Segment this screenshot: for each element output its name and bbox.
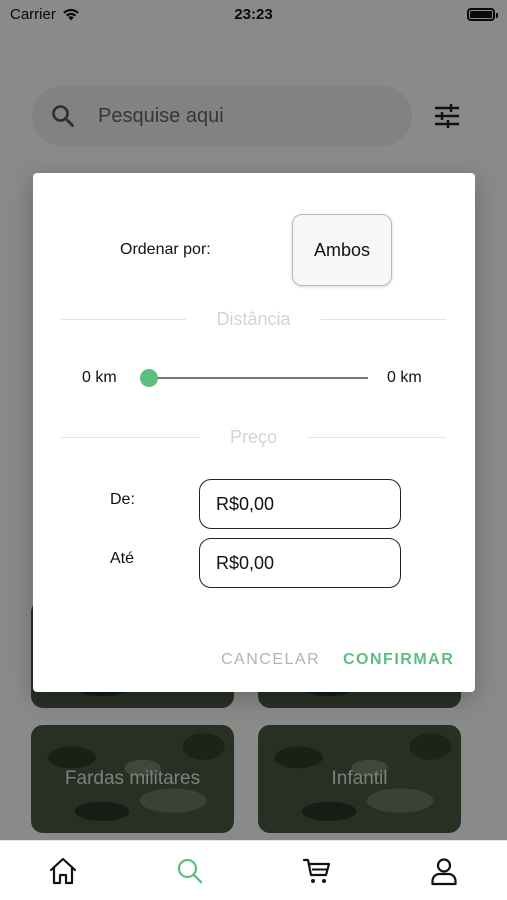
user-icon [431, 857, 457, 885]
divider-line [61, 318, 187, 320]
distance-slider-thumb[interactable] [140, 369, 158, 387]
bottom-nav [0, 840, 507, 900]
filter-dialog: Ordenar por: Ambos Distância 0 km 0 km P… [33, 173, 475, 692]
nav-profile[interactable] [424, 851, 464, 891]
search-icon [178, 858, 203, 883]
confirm-button[interactable]: CONFIRMAR [343, 651, 454, 669]
distance-section-header: Distância [61, 309, 446, 329]
cart-icon [302, 858, 330, 883]
distance-min-label: 0 km [82, 369, 117, 386]
divider-line [320, 318, 446, 320]
price-title: Preço [229, 426, 278, 447]
price-from-input[interactable] [199, 479, 401, 529]
cancel-button[interactable]: CANCELAR [221, 651, 320, 669]
distance-title: Distância [216, 308, 291, 329]
distance-slider-track[interactable] [149, 377, 368, 379]
price-to-label: Até [110, 550, 135, 567]
price-from-label: De: [110, 491, 135, 508]
price-to-input[interactable] [199, 538, 401, 588]
price-section-header: Preço [61, 427, 446, 447]
nav-home[interactable] [43, 851, 83, 891]
nav-cart[interactable] [297, 851, 337, 891]
order-by-label: Ordenar por: [120, 241, 211, 258]
divider-line [307, 436, 446, 438]
nav-search[interactable] [170, 851, 210, 891]
order-by-select[interactable]: Ambos [292, 214, 392, 286]
distance-max-label: 0 km [387, 369, 422, 386]
divider-line [61, 436, 200, 438]
home-icon [50, 857, 77, 884]
